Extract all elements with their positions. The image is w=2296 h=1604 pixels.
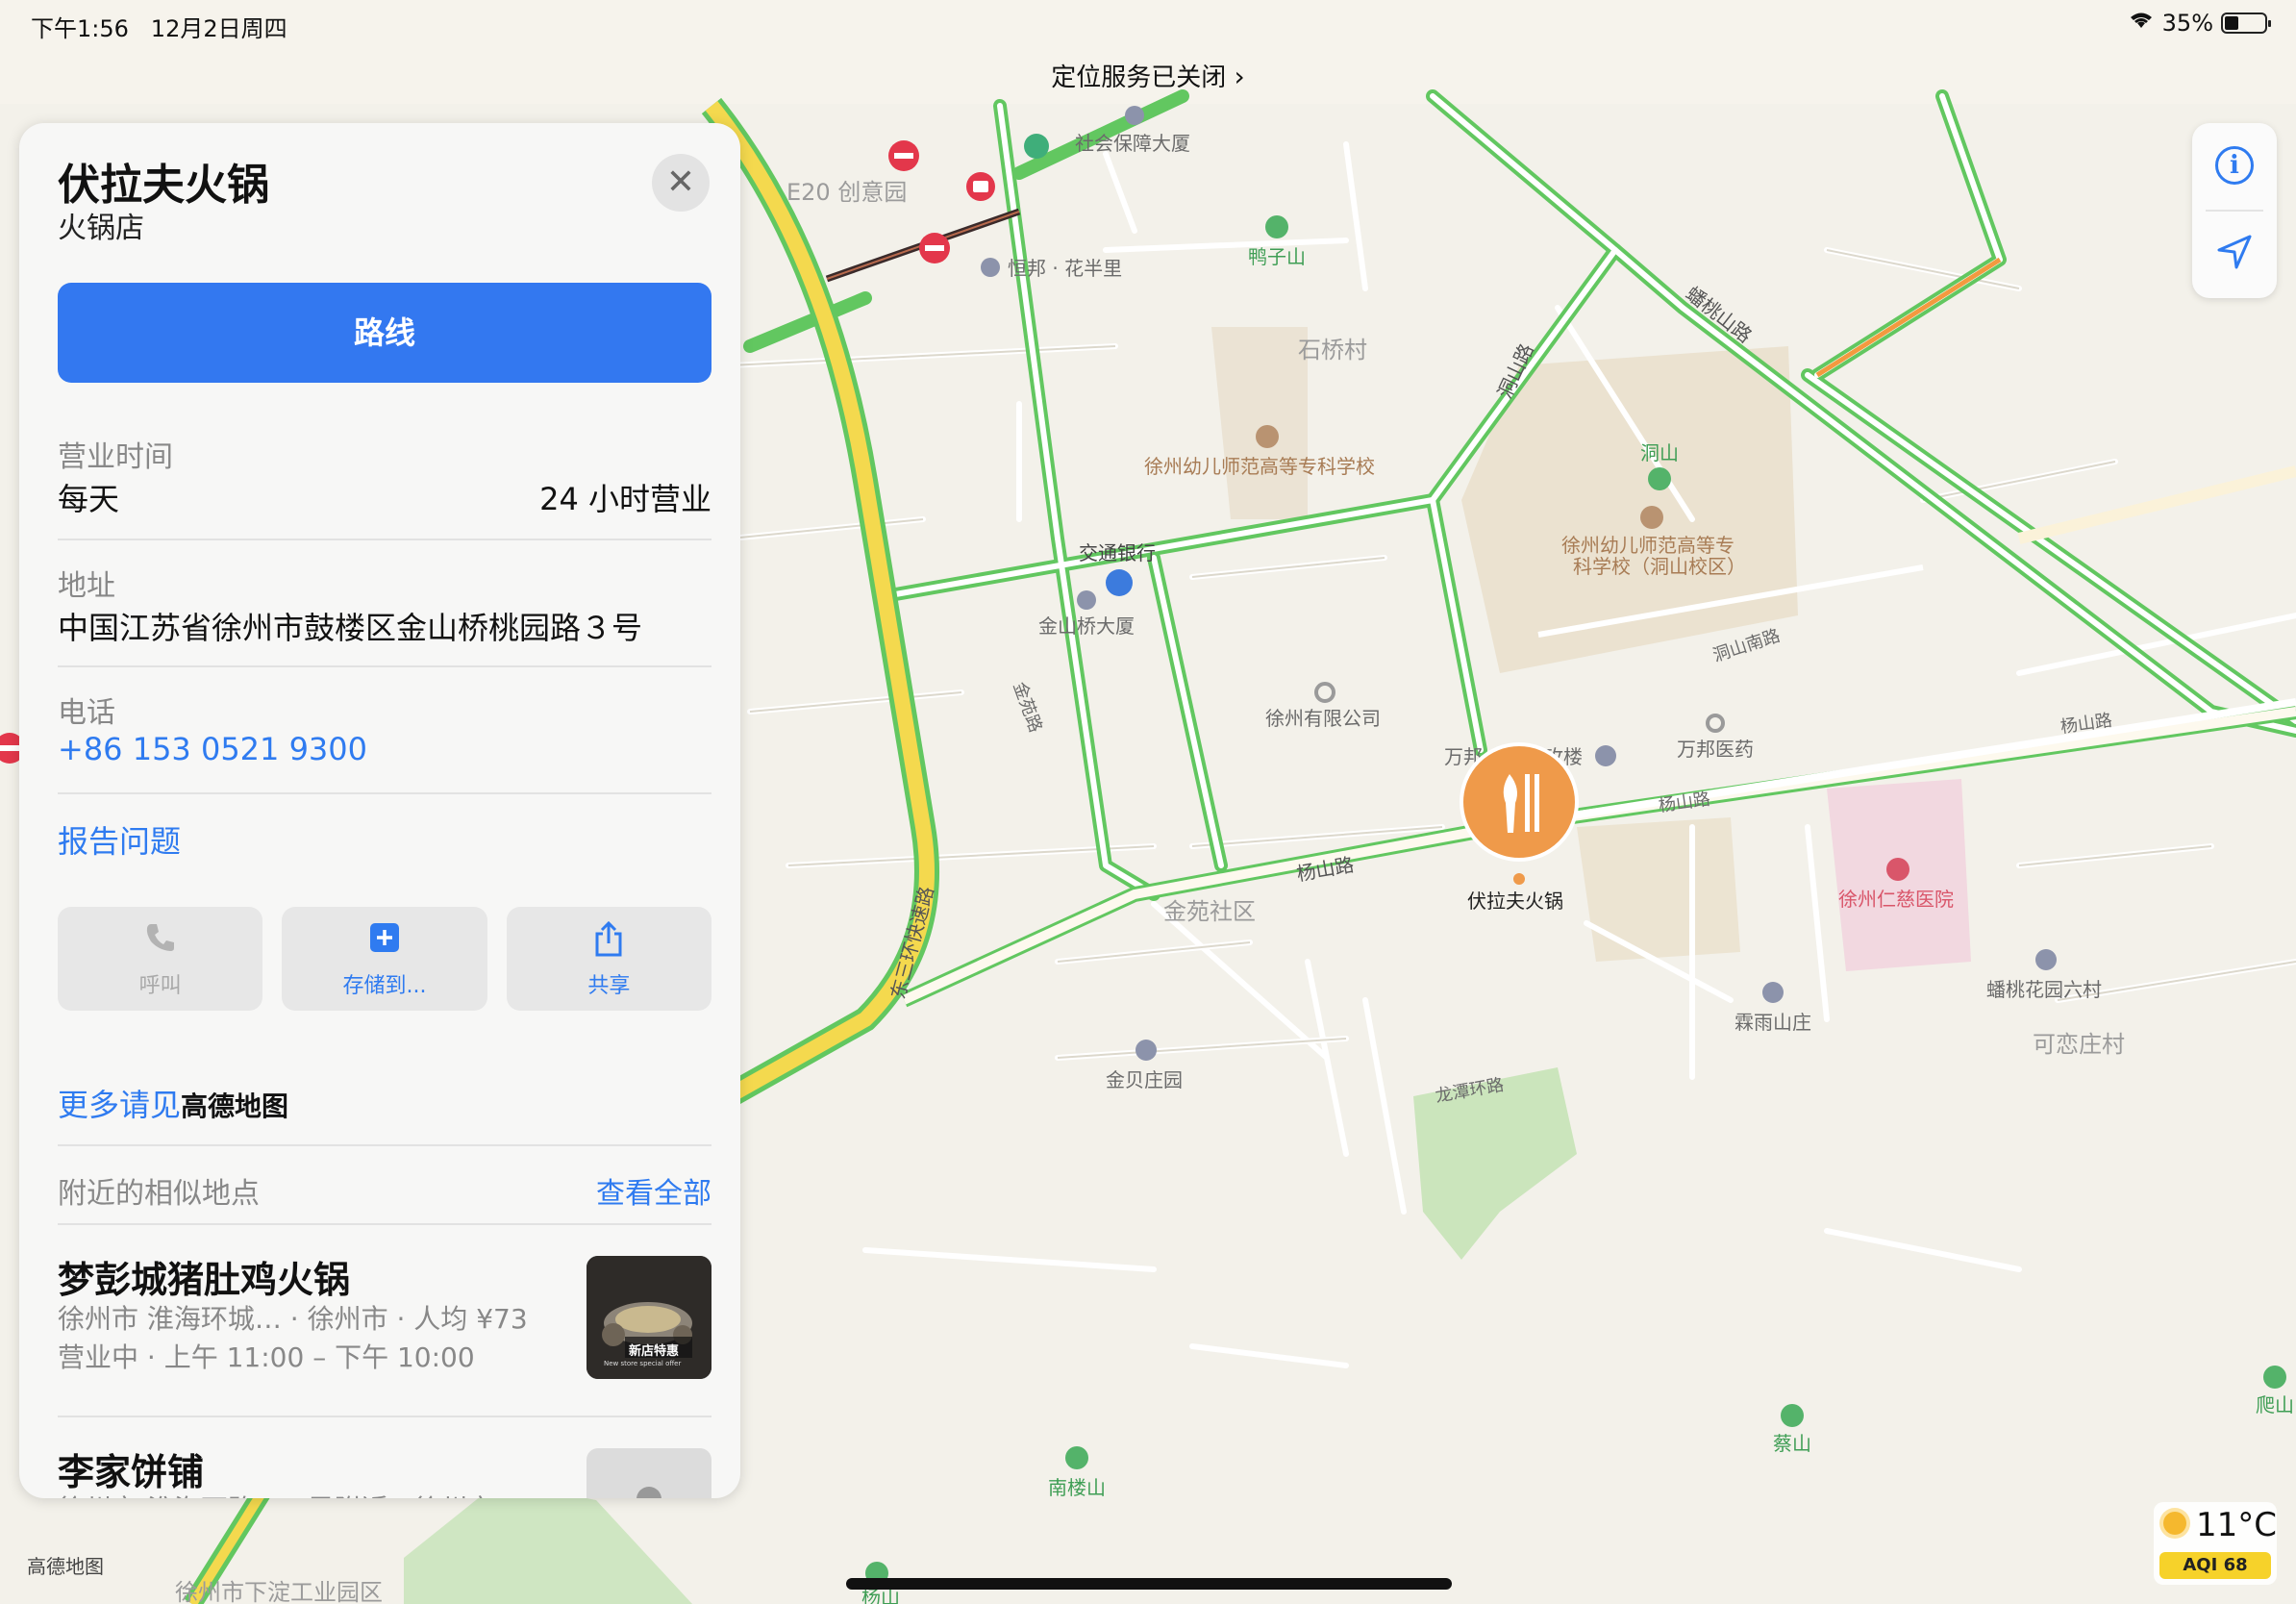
location-arrow-icon[interactable] <box>2213 231 2256 277</box>
map-label-gaode: 高德地图 <box>27 1555 104 1578</box>
weather-widget[interactable]: 11°C AQI 68 <box>2154 1502 2277 1585</box>
map-label-youxian: 徐州有限公司 <box>1265 707 1381 730</box>
call-button[interactable]: 呼叫 <box>58 907 263 1011</box>
chevron-right-icon: › <box>1234 61 1245 92</box>
status-bar: 下午1:56 12月2日周四 35% <box>0 0 2296 48</box>
map-label-social: 社会保障大厦 <box>1075 132 1190 155</box>
map-label-e20: E20 创意园 <box>786 179 907 206</box>
view-all-link[interactable]: 查看全部 <box>58 1169 711 1212</box>
phone-label: 电话 <box>58 696 115 730</box>
address-label: 地址 <box>58 569 115 603</box>
battery-icon <box>2221 13 2271 34</box>
map-label-pashan: 爬山 <box>2256 1393 2294 1416</box>
info-icon[interactable]: i <box>2215 146 2254 185</box>
map-label-xiadian: 徐州市下淀工业园区 <box>175 1579 383 1604</box>
wifi-icon <box>2128 11 2155 36</box>
place-card: 伏拉夫火锅 火锅店 ✕ 路线 营业时间 每天 24 小时营业 地址 中国江苏省徐… <box>19 123 740 1498</box>
save-to-button[interactable]: 存储到... <box>282 907 487 1011</box>
map-label-keliancun: 可恋庄村 <box>2033 1031 2125 1058</box>
close-icon[interactable]: ✕ <box>652 154 710 212</box>
share-button[interactable]: 共享 <box>506 907 711 1011</box>
hours-label: 营业时间 <box>58 440 173 474</box>
map-label-school2a: 徐州幼儿师范高等专 <box>1561 534 1734 557</box>
map-label-wanbangyiyao: 万邦医药 <box>1677 738 1754 761</box>
map-label-renci: 徐州仁慈医院 <box>1838 888 1954 911</box>
more-info-link[interactable]: 更多请见 <box>58 1087 181 1123</box>
hours-value: 24 小时营业 <box>539 481 711 517</box>
nearby-item-detail: 徐州市 淮海西路… · 早附近 · 徐州市 <box>58 1489 577 1498</box>
map-label-nanlou: 南楼山 <box>1048 1476 1106 1499</box>
weather-temp: 11°C <box>2196 1506 2278 1544</box>
placeholder-icon <box>636 1487 661 1498</box>
report-issue-link[interactable]: 报告问题 <box>58 817 711 862</box>
gaode-brand: 高德地图 <box>181 1090 289 1122</box>
action-buttons: 呼叫 存储到... 共享 <box>58 907 711 1011</box>
map-label-jinbei: 金贝庄园 <box>1106 1068 1183 1091</box>
map-label-school1: 徐州幼儿师范高等专科学校 <box>1144 455 1375 478</box>
share-icon <box>507 920 711 959</box>
map-label-linyu: 霖雨山庄 <box>1734 1011 1811 1034</box>
nearby-item-thumbnail <box>586 1448 711 1498</box>
map-label-jinyuan: 金苑社区 <box>1163 898 1256 925</box>
map-label-jinshanqiao: 金山桥大厦 <box>1038 614 1135 638</box>
share-label: 共享 <box>587 974 631 998</box>
map-label-school2b: 科学校（洞山校区） <box>1573 555 1746 578</box>
nearby-item-thumbnail: 新店特惠 New store special offer <box>586 1256 711 1379</box>
battery-percent: 35% <box>2161 10 2213 37</box>
place-title: 伏拉夫火锅 <box>58 161 269 210</box>
nearby-item-detail: 徐州市 淮海环城… · 徐州市 · 人均 ¥73 <box>58 1303 528 1335</box>
address-value[interactable]: 中国江苏省徐州市鼓楼区金山桥桃园路３号 <box>58 604 711 648</box>
map-label-caishan: 蔡山 <box>1773 1432 1811 1455</box>
thumb-subtext: New store special offer <box>604 1360 682 1367</box>
map-label-hengbang: 恒邦 · 花半里 <box>1008 257 1122 280</box>
map-label-dongshan: 洞山 <box>1640 441 1679 464</box>
map-label-shiqiao: 石桥村 <box>1298 337 1367 363</box>
place-category: 火锅店 <box>58 212 144 245</box>
location-services-banner[interactable]: 定位服务已关闭 › <box>0 58 2296 93</box>
status-time: 下午1:56 12月2日周四 <box>31 15 287 42</box>
save-to-label: 存储到... <box>342 974 427 998</box>
more-info-row[interactable]: 更多请见高德地图 <box>58 1081 711 1125</box>
map-controls: i <box>2192 123 2277 298</box>
call-label: 呼叫 <box>138 974 182 998</box>
plus-square-icon <box>282 920 487 959</box>
map-label-restaurant: 伏拉夫火锅 <box>1467 890 1563 913</box>
aqi-badge: AQI 68 <box>2159 1552 2271 1579</box>
map-label-yazishan: 鸭子山 <box>1248 245 1306 268</box>
route-button[interactable]: 路线 <box>58 283 711 383</box>
map-label-jiaotong: 交通银行 <box>1079 541 1156 564</box>
map-label-panhua: 蟠桃花园六村 <box>1986 978 2102 1001</box>
phone-icon <box>58 920 262 959</box>
thumb-text: 新店特惠 <box>629 1344 680 1359</box>
phone-link[interactable]: +86 153 0521 9300 <box>58 731 711 767</box>
home-indicator[interactable] <box>846 1578 1452 1590</box>
sun-icon <box>2163 1512 2186 1535</box>
